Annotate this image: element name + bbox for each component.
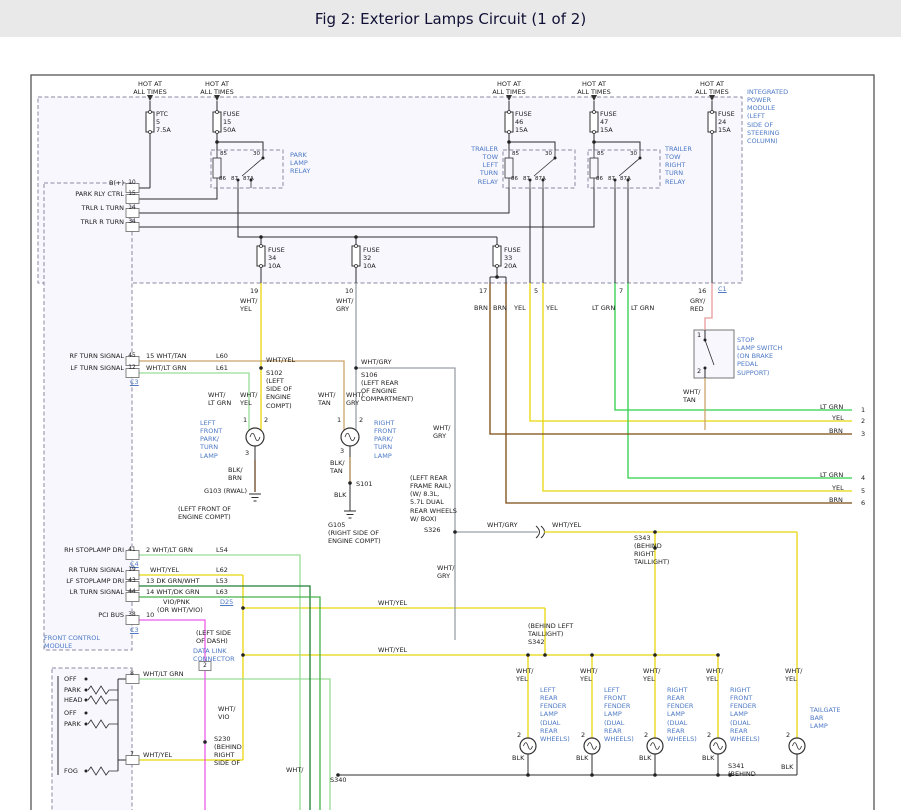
lamp-filament-icon [250,433,802,749]
trailer-tow-left-turn-relay-box [503,150,575,188]
wire-brn [490,283,852,503]
wire-vio-pnk [139,620,205,810]
wire-gry-red [705,283,712,330]
stop-lamp-switch-box [694,330,734,378]
ground-icon [249,494,356,518]
front-control-module-box [44,183,132,650]
wiring-diagram: HOT AT ALL TIMESHOT AT ALL TIMESHOT AT A… [0,0,901,810]
integrated-power-module-box [38,97,742,283]
wire-wht-dk-grn [139,597,320,810]
headlamp-switch-box [52,668,132,810]
wiring-diagram-svg [0,0,901,810]
module-boxes [38,97,742,810]
wire-lt-grn [615,283,852,478]
wire-layer-colored [139,283,852,810]
park-lamp-relay-box [211,150,283,188]
wire-wht-gry [356,283,538,640]
trailer-tow-right-turn-relay-box [588,150,660,188]
wire-wht-yel [139,283,852,760]
wire-wht-lt-grn [139,373,330,810]
